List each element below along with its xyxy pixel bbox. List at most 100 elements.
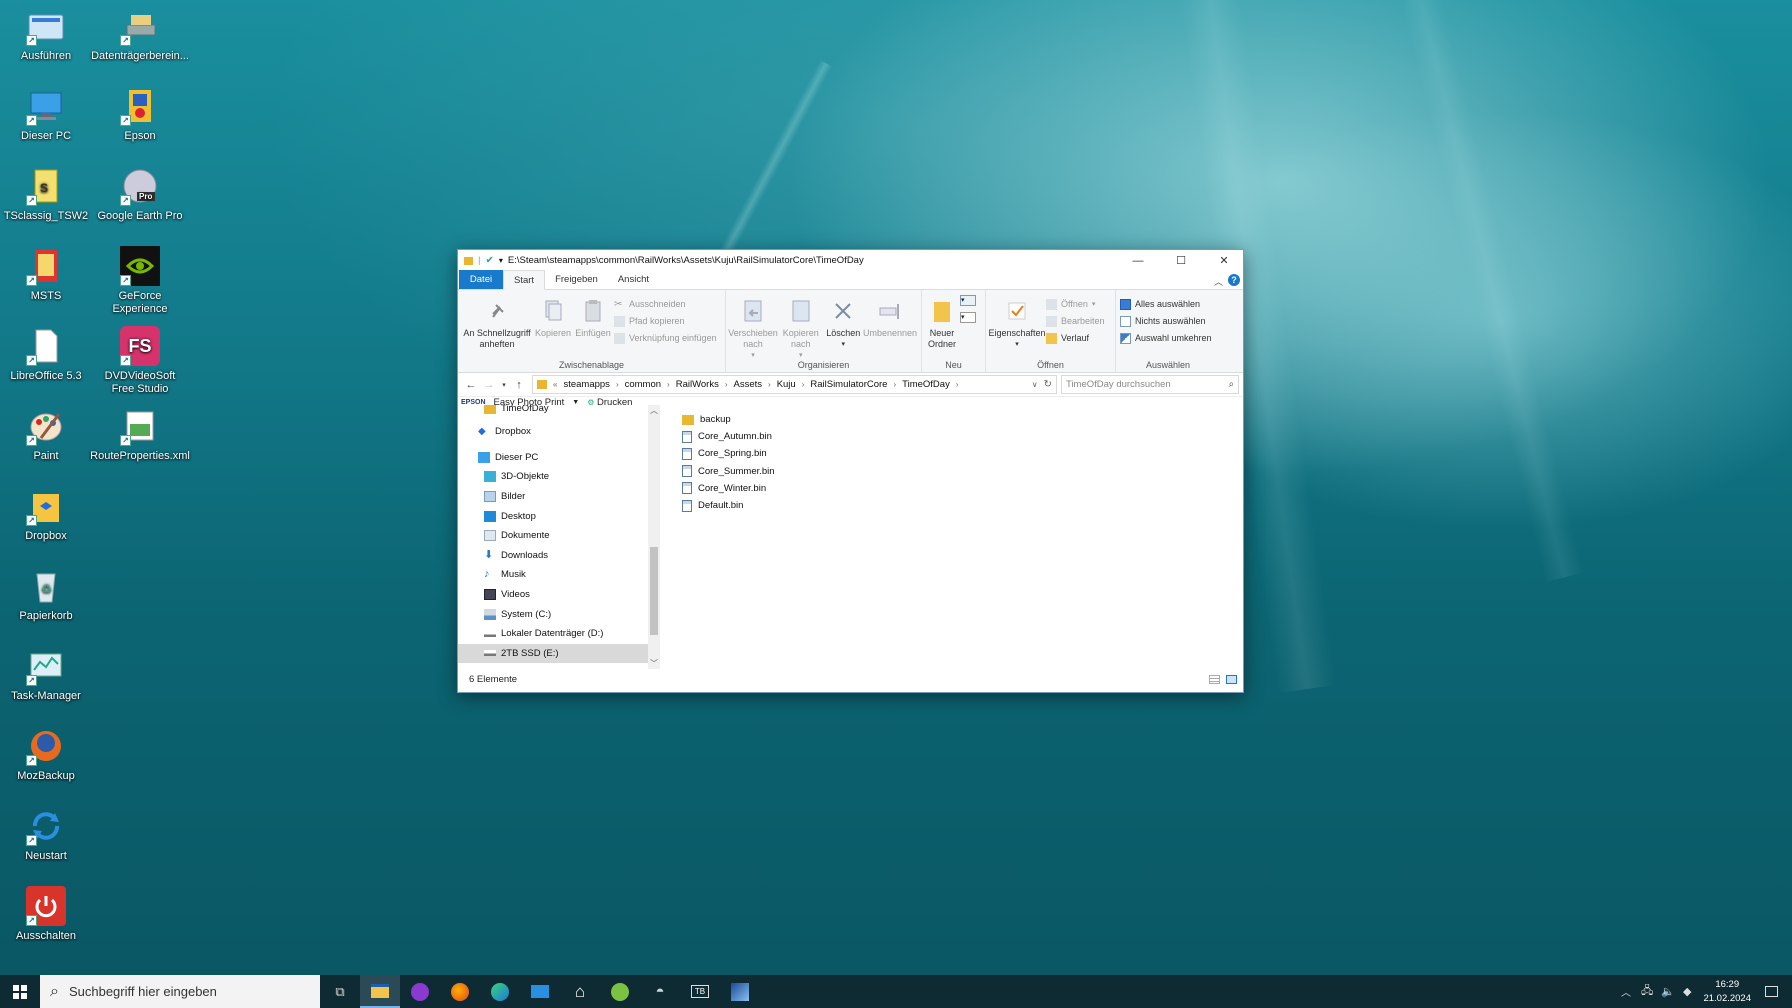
select-none-button[interactable]: Nichts auswählen [1120, 314, 1212, 328]
desktop-icon-dropbox[interactable]: ↗ Dropbox [1, 486, 91, 543]
edit-button[interactable]: Bearbeiten [1046, 314, 1105, 328]
minimize-button[interactable]: — [1119, 250, 1157, 271]
desktop-icon-task-manager[interactable]: ↗ Task-Manager [1, 646, 91, 703]
nav-item-desktop[interactable]: Desktop [458, 506, 648, 526]
tab-share[interactable]: Freigeben [545, 270, 608, 289]
taskbar-mail[interactable] [520, 975, 560, 1008]
desktop-icon-mozbackup[interactable]: ↗ MozBackup [1, 726, 91, 783]
desktop-icon-this-pc[interactable]: ↗ Dieser PC [1, 86, 91, 143]
nav-item-music[interactable]: ♪ Musik [458, 565, 648, 585]
paste-shortcut-button[interactable]: Verknüpfung einfügen [614, 331, 717, 345]
large-icons-view-icon[interactable] [1226, 675, 1237, 684]
desktop-icon-recycle-bin[interactable]: ♻ Papierkorb [1, 566, 91, 623]
recent-locations-chevron-icon[interactable]: ▾ [498, 381, 510, 389]
easy-access-icon[interactable]: ▾ [960, 312, 976, 323]
nav-item-videos[interactable]: Videos [458, 585, 648, 605]
breadcrumb-item[interactable]: TimeOfDay [902, 379, 950, 390]
address-dropdown-chevron-icon[interactable]: ∨ [1032, 380, 1038, 389]
maximize-button[interactable]: ☐ [1162, 250, 1200, 271]
open-button[interactable]: Öffnen ▾ [1046, 297, 1105, 311]
desktop-icon-paint[interactable]: ↗ Paint [1, 406, 91, 463]
nav-item-this-pc[interactable]: Dieser PC [458, 448, 648, 468]
back-button[interactable]: ← [462, 379, 480, 391]
quick-properties-icon[interactable]: ✔ [485, 255, 493, 266]
forward-button[interactable]: → [480, 379, 498, 391]
close-button[interactable]: ✕ [1205, 250, 1243, 271]
nav-item-timeofday[interactable]: TimeOfDay [458, 405, 648, 414]
search-input[interactable]: TimeOfDay durchsuchen ⌕ [1061, 375, 1239, 394]
desktop-icon-shutdown[interactable]: ↗ Ausschalten [1, 886, 91, 943]
nav-item-3d-objects[interactable]: 3D-Objekte [458, 467, 648, 487]
desktop-icon-epson[interactable]: ↗ Epson [95, 86, 185, 143]
desktop-icon-libreoffice[interactable]: ↗ LibreOffice 5.3 [1, 326, 91, 383]
clock[interactable]: 16:29 21.02.2024 [1703, 978, 1751, 1006]
navigation-scrollbar[interactable]: ︿ ﹀ [648, 405, 660, 669]
cut-button[interactable]: ✂ Ausschneiden [614, 297, 717, 311]
details-view-icon[interactable] [1209, 675, 1220, 684]
desktop-icon-run[interactable]: ↗ Ausführen [1, 6, 91, 63]
nav-item-ssd-e[interactable]: 2TB SSD (E:) [458, 643, 648, 664]
breadcrumb-overflow-chevron-icon[interactable]: « [553, 380, 557, 389]
taskbar-firefox[interactable] [440, 975, 480, 1008]
nav-item-dropbox[interactable]: ◆ Dropbox [458, 422, 648, 442]
desktop-icon-google-earth[interactable]: Pro ↗ Google Earth Pro [95, 166, 185, 223]
taskbar-house-app[interactable]: ⌂ [560, 975, 600, 1008]
copy-path-button[interactable]: Pfad kopieren [614, 314, 717, 328]
breadcrumb-item[interactable]: RailWorks [676, 379, 719, 390]
scroll-up-arrow-icon[interactable]: ︿ [650, 405, 658, 416]
select-all-button[interactable]: Alles auswählen [1120, 297, 1212, 311]
customize-toolbar-chevron-icon[interactable]: ▾ [499, 256, 503, 265]
list-item[interactable]: Core_Summer.bin [682, 463, 1243, 480]
list-item[interactable]: Core_Autumn.bin [682, 428, 1243, 445]
nav-item-downloads[interactable]: ⬇ Downloads [458, 546, 648, 566]
refresh-icon[interactable]: ↻ [1044, 379, 1052, 390]
up-button[interactable]: ↑ [510, 379, 528, 391]
invert-selection-button[interactable]: Auswahl umkehren [1120, 331, 1212, 345]
show-hidden-icons-chevron-icon[interactable]: ︿ [1621, 984, 1631, 999]
network-icon[interactable]: 🖧 [1641, 982, 1653, 1001]
nav-item-system-c[interactable]: System (C:) [458, 604, 648, 624]
help-icon[interactable]: ? [1228, 274, 1240, 286]
taskbar-app-mask[interactable] [400, 975, 440, 1008]
breadcrumb-item[interactable]: RailSimulatorCore [810, 379, 887, 390]
chevron-right-icon[interactable]: › [956, 380, 959, 389]
tab-view[interactable]: Ansicht [608, 270, 659, 289]
history-button[interactable]: Verlauf [1046, 331, 1105, 345]
nav-item-pictures[interactable]: Bilder [458, 487, 648, 507]
collapse-ribbon-chevron-icon[interactable]: ︿ [1214, 275, 1223, 288]
task-view-button[interactable]: ⧉ [320, 975, 360, 1008]
taskbar-edge[interactable] [480, 975, 520, 1008]
desktop-icon-dvdvideosoft[interactable]: FS ↗ DVDVideoSoft Free Studio [95, 326, 185, 396]
new-item-icon[interactable]: ▾ [960, 295, 976, 306]
nav-item-local-disk-d[interactable]: Lokaler Datenträger (D:) [458, 624, 648, 644]
tab-file[interactable]: Datei [459, 270, 503, 289]
desktop-icon-msts[interactable]: ↗ MSTS [1, 246, 91, 303]
desktop-icon-restart[interactable]: ↗ Neustart [1, 806, 91, 863]
breadcrumb-item[interactable]: common [625, 379, 661, 390]
start-button[interactable] [0, 975, 40, 1008]
desktop-icon-tsclassig[interactable]: S ↗ TSclassig_TSW2 [1, 166, 91, 223]
list-item[interactable]: Default.bin [682, 497, 1243, 514]
taskbar-railworks[interactable] [720, 975, 760, 1008]
breadcrumb-item[interactable]: steamapps [563, 379, 609, 390]
breadcrumb-item[interactable]: Assets [734, 379, 763, 390]
taskbar-file-explorer[interactable] [360, 975, 400, 1008]
list-item[interactable]: Core_Winter.bin [682, 480, 1243, 497]
taskbar-steam[interactable]: ◓ [640, 975, 680, 1008]
scrollbar-thumb[interactable] [650, 547, 658, 635]
taskbar-search-input[interactable]: ⌕ Suchbegriff hier eingeben [40, 975, 320, 1008]
dropbox-tray-icon[interactable]: ◆ [1683, 985, 1691, 998]
taskbar-green-app[interactable] [600, 975, 640, 1008]
action-center-icon[interactable] [1765, 986, 1778, 997]
volume-icon[interactable]: 🔈 [1661, 985, 1675, 998]
desktop-icon-disk-management[interactable]: ↗ Datenträgerberein... [91, 6, 189, 63]
desktop-icon-geforce[interactable]: ↗ GeForce Experience [95, 246, 185, 316]
desktop-icon-routeproperties[interactable]: ↗ RouteProperties.xml [90, 406, 190, 463]
breadcrumb-item[interactable]: Kuju [777, 379, 796, 390]
list-item[interactable]: Core_Spring.bin [682, 445, 1243, 462]
taskbar-tb-app[interactable]: TB [680, 975, 720, 1008]
nav-item-documents[interactable]: Dokumente [458, 526, 648, 546]
tab-start[interactable]: Start [503, 270, 546, 290]
list-item[interactable]: backup [682, 411, 1243, 428]
breadcrumb[interactable]: « steamapps › common › RailWorks › Assets › … [532, 375, 1057, 394]
